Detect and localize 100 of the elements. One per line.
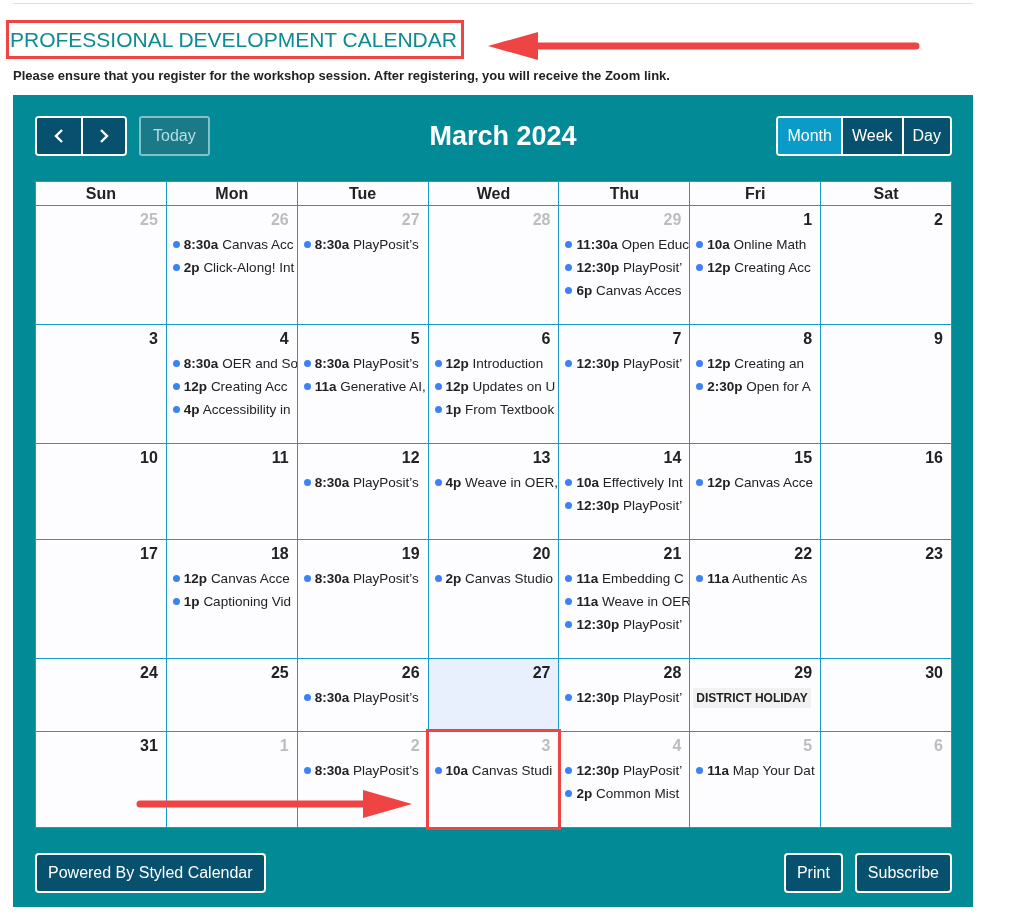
event-item[interactable]: 8:30a PlayPosit’s xyxy=(303,686,428,709)
day-cell[interactable]: 4 12:30p PlayPosit’ 2p Common Mist xyxy=(559,732,690,827)
weekday-header: Thu xyxy=(559,182,690,205)
month-title: March 2024 xyxy=(429,120,577,152)
event-item[interactable]: 11a Embedding C xyxy=(565,567,690,590)
day-cell[interactable]: 31 xyxy=(36,732,166,827)
day-cell[interactable]: 26 8:30a PlayPosit’s xyxy=(297,659,428,731)
day-cell[interactable]: 5 8:30a PlayPosit’s 11a Generative AI, xyxy=(297,325,428,443)
previous-button[interactable] xyxy=(37,118,81,154)
day-cell[interactable]: 15 12p Canvas Acce xyxy=(690,444,821,539)
day-cell[interactable]: 3 xyxy=(36,325,166,443)
day-cell[interactable]: 14 10a Effectively Int 12:30p PlayPosit’ xyxy=(559,444,690,539)
day-cell[interactable]: 29 11:30a Open Educ 12:30p PlayPosit’ 6p Canvas Acces xyxy=(559,206,690,324)
event-item[interactable]: 10a Effectively Int xyxy=(565,471,690,494)
day-cell[interactable]: 13 4p Weave in OER, xyxy=(428,444,559,539)
event-item[interactable]: 8:30a Canvas Acc xyxy=(172,233,297,256)
event-item[interactable]: 11:30a Open Educ xyxy=(565,233,690,256)
event-dot-icon xyxy=(303,479,311,486)
print-button[interactable]: Print xyxy=(783,853,843,893)
day-cell[interactable]: 16 xyxy=(821,444,951,539)
day-cell[interactable]: 4 8:30a OER and So 12p Creating Acc 4p Accessibility in xyxy=(166,325,297,443)
event-item[interactable]: 12p Canvas Acce xyxy=(172,567,297,590)
day-cell[interactable]: 25 xyxy=(166,659,297,731)
event-item[interactable]: 1p Captioning Vid xyxy=(172,590,297,613)
day-cell[interactable]: 27 xyxy=(428,659,559,731)
event-item[interactable]: 8:30a PlayPosit’s xyxy=(303,471,428,494)
event-item[interactable]: 8:30a PlayPosit’s xyxy=(303,233,428,256)
day-cell[interactable]: 2 xyxy=(821,206,951,324)
day-number: 15 xyxy=(793,449,814,468)
event-item[interactable]: 4p Accessibility in xyxy=(172,398,297,421)
day-cell[interactable]: 22 11a Authentic As xyxy=(690,540,821,658)
day-cell[interactable]: 19 8:30a PlayPosit’s xyxy=(297,540,428,658)
event-dot-icon xyxy=(565,767,573,774)
day-cell[interactable]: 1 10a Online Math 12p Creating Acc xyxy=(690,206,821,324)
event-item[interactable]: 12p Canvas Acce xyxy=(696,471,821,494)
event-item[interactable]: 12p Creating Acc xyxy=(172,375,297,398)
day-cell[interactable]: 2 8:30a PlayPosit’s xyxy=(297,732,428,827)
next-button[interactable] xyxy=(81,118,125,154)
day-cell[interactable]: 5 11a Map Your Dat xyxy=(690,732,821,827)
day-cell[interactable]: 26 8:30a Canvas Acc 2p Click-Along! Int xyxy=(166,206,297,324)
event-dot-icon xyxy=(303,383,311,390)
day-cell[interactable]: 30 xyxy=(821,659,951,731)
event-item[interactable]: 10a Canvas Studi xyxy=(434,759,559,782)
event-item[interactable]: 12:30p PlayPosit’ xyxy=(565,613,690,636)
event-item[interactable]: 11a Authentic As xyxy=(696,567,821,590)
view-tab[interactable]: Day xyxy=(901,118,950,154)
event-item[interactable]: 8:30a PlayPosit’s xyxy=(303,759,428,782)
event-item[interactable]: 12:30p PlayPosit’ xyxy=(565,352,690,375)
holiday-event[interactable]: DISTRICT HOLIDAY xyxy=(693,688,811,708)
event-item[interactable]: 12:30p PlayPosit’ xyxy=(565,759,690,782)
day-cell[interactable]: 7 12:30p PlayPosit’ xyxy=(559,325,690,443)
subscribe-button[interactable]: Subscribe xyxy=(854,853,952,893)
event-item[interactable]: 12:30p PlayPosit’ xyxy=(565,686,690,709)
day-number: 1 xyxy=(278,737,290,756)
day-cell[interactable]: 23 xyxy=(821,540,951,658)
event-item[interactable]: 2:30p Open for A xyxy=(696,375,821,398)
day-cell[interactable]: 12 8:30a PlayPosit’s xyxy=(297,444,428,539)
day-cell[interactable]: 6 12p Introduction 12p Updates on U 1p From Textbook xyxy=(428,325,559,443)
day-cell[interactable]: 24 xyxy=(36,659,166,731)
event-item[interactable]: 12p Updates on U xyxy=(434,375,559,398)
event-item[interactable]: 10a Online Math xyxy=(696,233,821,256)
event-item[interactable]: 6p Canvas Acces xyxy=(565,279,690,302)
event-item[interactable]: 2p Click-Along! Int xyxy=(172,256,297,279)
day-number: 9 xyxy=(933,330,944,349)
event-item[interactable]: 12:30p PlayPosit’ xyxy=(565,494,690,517)
event-dot-icon xyxy=(565,479,573,486)
event-item[interactable]: 4p Weave in OER, xyxy=(434,471,559,494)
day-cell[interactable]: 9 xyxy=(821,325,951,443)
day-number: 6 xyxy=(933,737,944,756)
event-dot-icon xyxy=(565,287,573,294)
event-item[interactable]: 12p Creating Acc xyxy=(696,256,821,279)
event-item[interactable]: 11a Map Your Dat xyxy=(696,759,821,782)
event-item[interactable]: 12p Introduction xyxy=(434,352,559,375)
weekday-header: Sat xyxy=(821,182,951,205)
chevron-left-icon xyxy=(54,128,64,144)
event-item[interactable]: 11a Generative AI, xyxy=(303,375,428,398)
day-cell[interactable]: 10 xyxy=(36,444,166,539)
event-item[interactable]: 12:30p PlayPosit’ xyxy=(565,256,690,279)
event-item[interactable]: 2p Canvas Studio xyxy=(434,567,559,590)
event-item[interactable]: 12p Creating an xyxy=(696,352,821,375)
event-item[interactable]: 2p Common Mist xyxy=(565,782,690,805)
day-cell[interactable]: 11 xyxy=(166,444,297,539)
event-item[interactable]: 1p From Textbook xyxy=(434,398,559,421)
day-cell[interactable]: 17 xyxy=(36,540,166,658)
day-cell[interactable]: 27 8:30a PlayPosit’s xyxy=(297,206,428,324)
day-number: 21 xyxy=(662,545,683,564)
view-tab[interactable]: Week xyxy=(840,118,902,154)
day-cell[interactable]: 18 12p Canvas Acce 1p Captioning Vid xyxy=(166,540,297,658)
day-number: 17 xyxy=(139,545,159,564)
powered-by-button[interactable]: Powered By Styled Calendar xyxy=(35,853,266,893)
event-item[interactable]: 8:30a PlayPosit’s xyxy=(303,567,428,590)
event-item[interactable]: 8:30a OER and So xyxy=(172,352,297,375)
event-dot-icon xyxy=(303,360,311,367)
day-cell[interactable]: 28 12:30p PlayPosit’ xyxy=(559,659,690,731)
day-number: 30 xyxy=(924,664,944,683)
event-item[interactable]: 8:30a PlayPosit’s xyxy=(303,352,428,375)
day-cell[interactable]: 29 DISTRICT HOLIDAY xyxy=(690,659,821,731)
day-cell[interactable]: 20 2p Canvas Studio xyxy=(428,540,559,658)
day-cell[interactable]: 8 12p Creating an 2:30p Open for A xyxy=(690,325,821,443)
day-number: 3 xyxy=(147,330,159,349)
